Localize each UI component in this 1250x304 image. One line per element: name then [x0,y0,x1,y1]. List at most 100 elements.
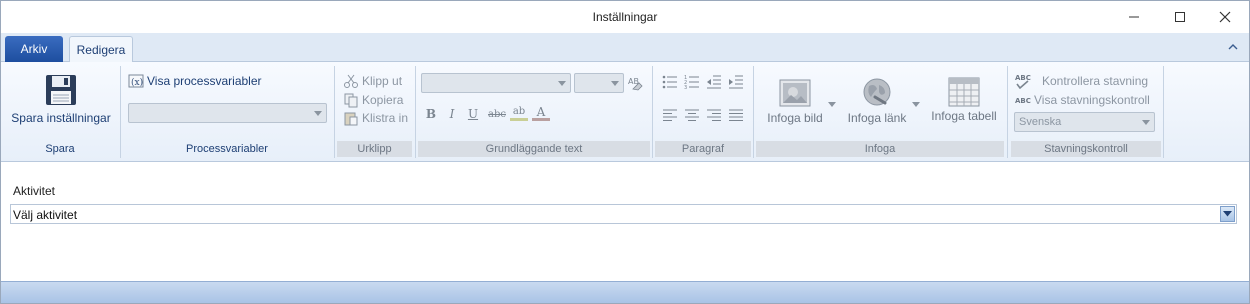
align-right-icon[interactable] [706,107,722,123]
chevron-down-icon [558,81,566,86]
group-spara: Spara inställningar Spara [1,65,119,159]
bullet-list-icon[interactable] [662,74,678,90]
svg-text:ABC: ABC [1015,74,1031,82]
status-bar [1,281,1249,303]
scissors-icon [344,74,358,88]
close-button[interactable] [1202,1,1248,33]
font-color-button[interactable]: A [532,105,550,121]
group-urklipp: Klipp ut Kopiera Klistra in Urklipp [337,65,412,159]
language-combo[interactable]: Svenska [1014,112,1155,132]
group-label-processvariabler: Processvariabler [186,143,268,155]
process-variables-combo[interactable] [128,103,327,123]
group-label-spara: Spara [45,143,75,155]
insert-image-label: Infoga bild [767,111,823,125]
group-paragraf: 123 Paragraf [655,65,751,159]
image-icon [779,79,811,107]
paste-label: Klistra in [362,111,409,125]
tab-redigera[interactable]: Redigera [69,36,133,63]
clear-formatting-icon[interactable]: AB [627,74,645,92]
collapse-ribbon-icon[interactable] [1227,41,1239,53]
group-grundlaggande-text: AB B I U abc ab A Grundläggande text [418,65,650,159]
insert-link-button[interactable]: Infoga länk [842,77,912,125]
cut-button[interactable]: Klipp ut [343,73,402,89]
chevron-down-icon[interactable] [828,102,836,107]
spell-check-icon: ABC [1015,74,1031,89]
group-divider [334,66,335,158]
activity-select-value: Välj aktivitet [13,208,78,222]
italic-button[interactable]: I [443,105,461,123]
show-process-variables-toggle[interactable]: (x) Visa processvariabler [128,73,262,89]
tab-arkiv[interactable]: Arkiv [5,36,63,62]
check-spelling-label: Kontrollera stavning [1042,74,1149,88]
group-divider [753,66,754,158]
copy-button[interactable]: Kopiera [343,92,403,108]
minimize-icon [1129,16,1139,18]
group-label-stavningskontroll: Stavningskontroll [1011,141,1161,157]
align-center-icon[interactable] [684,107,700,123]
group-divider [415,66,416,158]
chevron-down-icon [314,111,322,116]
insert-link-label: Infoga länk [847,111,907,125]
variable-icon: (x) [128,74,144,88]
group-label-infoga: Infoga [756,141,1004,157]
activity-select[interactable]: Välj aktivitet [10,204,1237,224]
chevron-down-icon [1142,120,1150,125]
insert-table-label: Infoga tabell [931,109,997,123]
svg-text:3: 3 [684,85,687,90]
svg-text:ABC: ABC [1015,97,1031,105]
chevron-down-icon[interactable] [912,102,920,107]
decrease-indent-icon[interactable] [706,74,722,90]
maximize-button[interactable] [1157,1,1203,33]
language-value: Svenska [1019,116,1062,128]
svg-text:(x): (x) [131,77,143,88]
increase-indent-icon[interactable] [728,74,744,90]
underline-button[interactable]: U [464,105,482,123]
globe-link-icon [863,78,891,106]
group-divider [1163,66,1164,158]
activity-dropdown-button[interactable] [1220,206,1235,222]
abc-icon: ABC [1015,97,1031,105]
copy-label: Kopiera [362,93,404,107]
cut-label: Klipp ut [362,74,403,88]
group-label-urklipp: Urklipp [337,141,412,157]
minimize-button[interactable] [1111,1,1157,33]
activity-label: Aktivitet [13,184,56,198]
paste-icon [344,112,358,126]
chevron-down-icon [1223,211,1232,217]
maximize-icon [1175,12,1185,22]
group-infoga: Infoga bild Infoga länk Infoga tabell In… [756,65,1004,159]
group-label-grundlaggande-text: Grundläggande text [418,141,650,157]
group-divider [1007,66,1008,158]
save-settings-button[interactable]: Spara inställningar [11,73,111,125]
show-spell-check-button[interactable]: ABC Visa stavningskontroll [1015,93,1150,107]
highlight-button[interactable]: ab [510,105,528,121]
copy-icon [344,93,358,108]
check-spelling-button[interactable]: ABC Kontrollera stavning [1015,73,1148,89]
title-bar: Inställningar [1,1,1249,33]
font-family-combo[interactable] [421,73,571,93]
table-icon [948,77,980,107]
paste-button[interactable]: Klistra in [343,110,408,126]
bold-button[interactable]: B [422,105,440,123]
numbered-list-icon[interactable]: 123 [684,74,700,90]
close-icon [1219,11,1231,23]
font-size-combo[interactable] [574,73,624,93]
justify-icon[interactable] [728,107,744,123]
insert-table-button[interactable]: Infoga tabell [928,77,1000,123]
show-process-variables-label: Visa processvariabler [147,74,262,88]
group-stavningskontroll: ABC Kontrollera stavning ABC Visa stavni… [1011,65,1161,159]
strikethrough-button[interactable]: abc [485,105,509,123]
insert-image-button[interactable]: Infoga bild [760,79,830,125]
group-label-paragraf: Paragraf [655,141,751,157]
content-area: Aktivitet Välj aktivitet [1,163,1249,281]
settings-window: Inställningar Arkiv Redigera Spara instä… [0,0,1250,304]
show-spell-check-label: Visa stavningskontroll [1034,93,1150,107]
chevron-down-icon [611,81,619,86]
align-left-icon[interactable] [662,107,678,123]
window-title: Inställningar [592,10,658,24]
save-settings-label: Spara inställningar [11,111,111,125]
ribbon: Spara inställningar Spara (x) Visa proce… [1,62,1249,162]
group-divider [652,66,653,158]
floppy-disk-icon [46,75,76,105]
ribbon-tab-bar: Arkiv Redigera [1,33,1249,63]
